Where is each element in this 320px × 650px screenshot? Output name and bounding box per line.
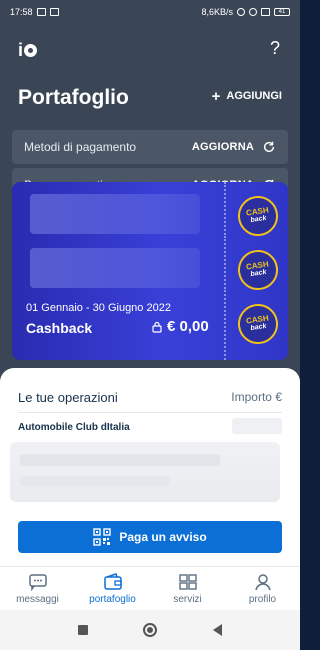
notification-icon — [36, 8, 46, 16]
payment-methods-refresh-label: AGGIORNA — [191, 141, 254, 153]
redacted-operations[interactable] — [10, 442, 280, 502]
status-left: 17:58 — [10, 7, 59, 17]
back-icon[interactable] — [213, 624, 223, 636]
status-time: 17:58 — [10, 7, 33, 17]
help-button[interactable]: ? — [270, 38, 280, 59]
tab-profilo[interactable]: profilo — [225, 567, 300, 610]
page-title: Portafoglio — [18, 86, 129, 109]
tab-portafoglio[interactable]: portafoglio — [75, 567, 150, 610]
tab-messaggi[interactable]: messaggi — [0, 567, 75, 610]
pay-notice-button[interactable]: Paga un avviso — [18, 521, 282, 553]
redacted-card-info — [30, 248, 200, 288]
tab-label: servizi — [173, 593, 202, 605]
plus-icon: + — [211, 87, 221, 105]
wifi-icon — [261, 8, 270, 16]
profile-icon — [254, 573, 271, 590]
redacted-card-info — [30, 194, 200, 234]
cashback-period: 01 Gennaio - 30 Giugno 2022 — [26, 302, 171, 314]
io-logo: i — [18, 40, 38, 61]
redacted-amount — [232, 418, 282, 434]
wallet-icon — [103, 572, 122, 590]
cashback-card[interactable]: 01 Gennaio - 30 Giugno 2022 Cashback € 0… — [12, 290, 288, 360]
pay-notice-label: Paga un avviso — [119, 530, 207, 544]
status-right: 8,6KB/s 41 — [201, 7, 290, 17]
home-icon[interactable] — [143, 623, 158, 637]
battery-icon: 41 — [274, 8, 290, 16]
dnd-icon — [249, 8, 257, 16]
cashback-amount: € 0,00 — [152, 318, 209, 335]
lock-icon — [152, 321, 162, 333]
operation-merchant: Automobile Club dItalia — [18, 422, 130, 433]
operations-title: Le tue operazioni — [18, 390, 118, 405]
alarm-icon — [237, 8, 245, 16]
refresh-icon[interactable] — [262, 140, 276, 154]
system-nav-bar — [0, 610, 300, 650]
divider — [18, 412, 282, 413]
payment-methods-row[interactable]: Metodi di pagamento AGGIORNA — [12, 130, 288, 164]
add-button[interactable]: + AGGIUNGI — [211, 87, 282, 105]
cashback-name: Cashback — [26, 320, 93, 336]
chat-icon — [28, 573, 47, 591]
bottom-tab-bar: messaggi portafoglio servizi profilo — [0, 566, 300, 610]
payment-cards-stack: CASH back CASH back 01 Gennaio - 30 Giugno… — [12, 180, 288, 360]
payment-methods-label: Metodi di pagamento — [24, 140, 137, 154]
network-speed: 8,6KB/s — [201, 7, 233, 17]
tab-label: profilo — [248, 593, 277, 605]
services-icon — [178, 573, 197, 590]
tab-servizi[interactable]: servizi — [150, 567, 225, 610]
status-bar: 17:58 8,6KB/s 41 — [0, 0, 300, 24]
notification-icon — [49, 8, 59, 16]
cashback-amount-value: € 0,00 — [167, 318, 209, 335]
amount-header: Importo € — [231, 390, 282, 404]
add-button-label: AGGIUNGI — [226, 90, 282, 102]
tab-label: messaggi — [16, 593, 59, 605]
tab-label: portafoglio — [89, 593, 136, 605]
recent-apps-icon[interactable] — [77, 625, 88, 635]
qr-code-icon — [93, 528, 112, 546]
